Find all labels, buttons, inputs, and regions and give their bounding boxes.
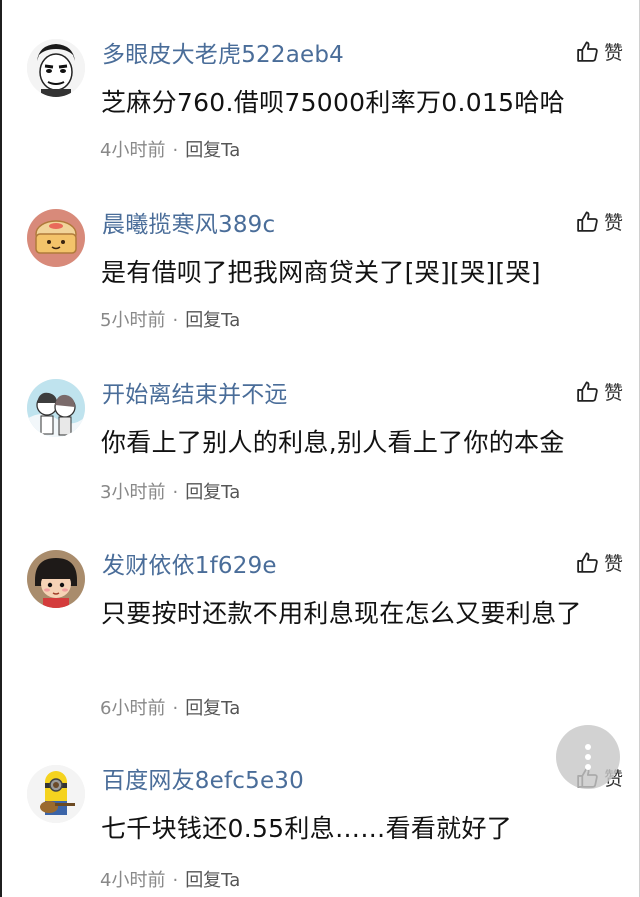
comment-meta: 3小时前 · 回复Ta xyxy=(100,478,240,504)
like-label: 赞 xyxy=(604,211,624,234)
comment-username[interactable]: 百度网友8efc5e30 xyxy=(102,761,304,795)
meme-face-avatar[interactable] xyxy=(27,39,85,97)
more-dot-icon xyxy=(585,764,591,770)
thumbs-up-icon xyxy=(577,210,598,232)
meta-separator: · xyxy=(172,140,179,161)
comment-username[interactable]: 多眼皮大老虎522aeb4 xyxy=(102,35,344,69)
meta-separator: · xyxy=(172,310,179,331)
comment-username[interactable]: 开始离结束并不远 xyxy=(102,375,288,409)
reply-link[interactable]: 回复Ta xyxy=(185,310,240,331)
comment-time: 4小时前 xyxy=(100,870,166,891)
reply-link[interactable]: 回复Ta xyxy=(185,140,240,161)
comment-username[interactable]: 晨曦揽寒风389c xyxy=(102,205,275,239)
comment-time: 6小时前 xyxy=(100,698,166,719)
more-options-button[interactable] xyxy=(556,725,620,789)
comment-text: 是有借呗了把我网商贷关了[哭][哭][哭] xyxy=(101,258,541,287)
reply-link[interactable]: 回复Ta xyxy=(185,698,240,719)
comment-time: 3小时前 xyxy=(100,482,166,503)
like-button[interactable]: 赞 xyxy=(575,547,623,577)
like-button[interactable]: 赞 xyxy=(575,206,623,236)
comment-item: 晨曦揽寒风389c 赞 是有借呗了把我网商贷关了[哭][哭][哭] 5小时前 · 回… xyxy=(0,200,640,340)
comment-meta: 4小时前 · 回复Ta xyxy=(100,866,240,892)
like-label: 赞 xyxy=(604,381,624,404)
thumbs-up-icon xyxy=(577,380,598,402)
like-label: 赞 xyxy=(604,41,624,64)
reply-link[interactable]: 回复Ta xyxy=(185,870,240,891)
thumbs-up-icon xyxy=(577,551,598,573)
comment-item: 多眼皮大老虎522aeb4 赞 芝麻分760.借呗75000利率万0.015哈哈… xyxy=(0,30,640,170)
more-dot-icon xyxy=(585,744,591,750)
comment-text: 七千块钱还0.55利息……看看就好了 xyxy=(101,814,513,843)
comment-text: 只要按时还款不用利息现在怎么又要利息了 xyxy=(101,599,582,628)
comment-item: 发财依依1f629e 赞 只要按时还款不用利息现在怎么又要利息了 6小时前 · 回复… xyxy=(0,541,640,721)
anime-couple-avatar[interactable] xyxy=(27,379,85,437)
comment-item: 百度网友8efc5e30 赞 七千块钱还0.55利息……看看就好了 4小时前 · 回… xyxy=(0,756,640,897)
comment-text: 芝麻分760.借呗75000利率万0.015哈哈 xyxy=(101,88,565,117)
bread-cartoon-avatar[interactable] xyxy=(27,209,85,267)
like-button[interactable]: 赞 xyxy=(575,376,623,406)
meta-separator: · xyxy=(172,698,179,719)
comment-meta: 6小时前 · 回复Ta xyxy=(100,694,240,720)
comment-item: 开始离结束并不远 赞 你看上了别人的利息,别人看上了你的本金 3小时前 · 回复Ta xyxy=(0,370,640,510)
cartoon-girl-avatar[interactable] xyxy=(27,550,85,608)
comment-meta: 4小时前 · 回复Ta xyxy=(100,136,240,162)
comment-meta: 5小时前 · 回复Ta xyxy=(100,306,240,332)
meta-separator: · xyxy=(172,482,179,503)
comment-text: 你看上了别人的利息,别人看上了你的本金 xyxy=(101,428,565,457)
meta-separator: · xyxy=(172,870,179,891)
more-dot-icon xyxy=(585,754,591,760)
comment-username[interactable]: 发财依依1f629e xyxy=(102,546,277,580)
minion-guitar-avatar[interactable] xyxy=(27,765,85,823)
like-label: 赞 xyxy=(604,552,624,575)
reply-link[interactable]: 回复Ta xyxy=(185,482,240,503)
comment-time: 4小时前 xyxy=(100,140,166,161)
thumbs-up-icon xyxy=(577,40,598,62)
like-button[interactable]: 赞 xyxy=(575,36,623,66)
comment-time: 5小时前 xyxy=(100,310,166,331)
